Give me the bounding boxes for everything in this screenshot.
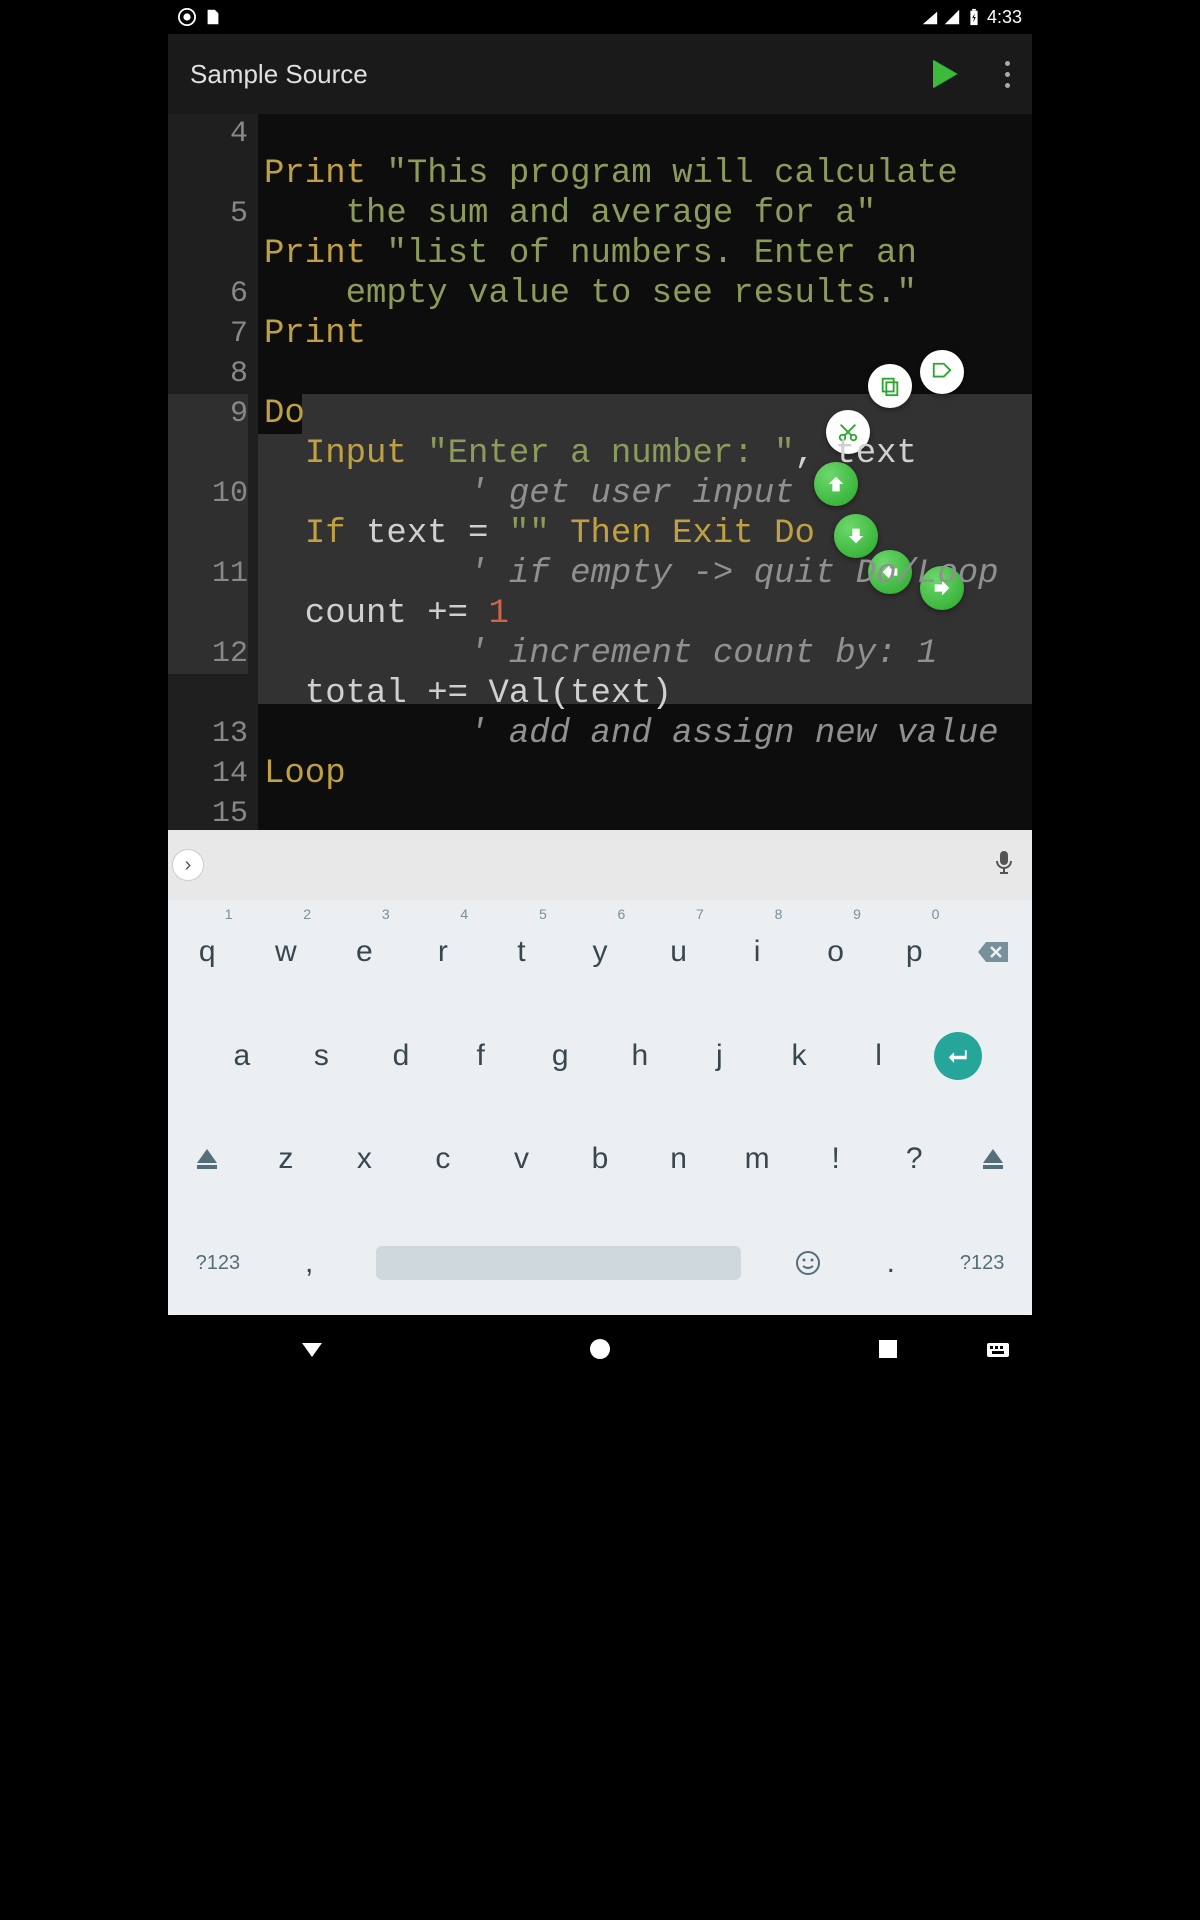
symbols-key-right[interactable]: ?123 bbox=[932, 1211, 1032, 1315]
key-s[interactable]: s bbox=[282, 1004, 362, 1108]
keyboard-switch-icon[interactable] bbox=[984, 1335, 1012, 1363]
line-gutter: 4 5 6 7 8 9 10 11 12 13 14 15 bbox=[168, 114, 258, 830]
shift-key-left[interactable] bbox=[168, 1108, 247, 1212]
code-body[interactable]: Print "This program will calculate the s… bbox=[258, 114, 1032, 830]
key-p[interactable]: 0p bbox=[875, 900, 954, 1004]
symbols-key-left[interactable]: ?123 bbox=[168, 1211, 268, 1315]
key-q[interactable]: 1q bbox=[168, 900, 247, 1004]
emoji-key[interactable] bbox=[766, 1211, 849, 1315]
key-h[interactable]: h bbox=[600, 1004, 680, 1108]
key-r[interactable]: 4r bbox=[404, 900, 483, 1004]
key-n[interactable]: n bbox=[639, 1108, 718, 1212]
key-e[interactable]: 3e bbox=[325, 900, 404, 1004]
key-c[interactable]: c bbox=[404, 1108, 483, 1212]
key-j[interactable]: j bbox=[680, 1004, 760, 1108]
sdcard-icon bbox=[204, 8, 222, 26]
key-k[interactable]: k bbox=[759, 1004, 839, 1108]
expand-suggestions-button[interactable]: › bbox=[172, 849, 204, 881]
key-x[interactable]: x bbox=[325, 1108, 404, 1212]
key-v[interactable]: v bbox=[482, 1108, 561, 1212]
overflow-menu-button[interactable] bbox=[1005, 61, 1010, 88]
key-i[interactable]: 8i bbox=[718, 900, 797, 1004]
shift-key-right[interactable] bbox=[953, 1108, 1032, 1212]
mic-icon[interactable] bbox=[994, 849, 1014, 882]
key-y[interactable]: 6y bbox=[561, 900, 640, 1004]
key-u[interactable]: 7u bbox=[639, 900, 718, 1004]
run-button[interactable] bbox=[933, 60, 957, 88]
home-button[interactable] bbox=[586, 1335, 614, 1363]
space-key[interactable] bbox=[351, 1211, 766, 1315]
key-o[interactable]: 9o bbox=[796, 900, 875, 1004]
status-time: 4:33 bbox=[987, 7, 1022, 28]
key-z[interactable]: z bbox=[247, 1108, 326, 1212]
key-t[interactable]: 5t bbox=[482, 900, 561, 1004]
period-key[interactable]: . bbox=[849, 1211, 932, 1315]
key-g[interactable]: g bbox=[520, 1004, 600, 1108]
enter-key[interactable] bbox=[918, 1004, 998, 1108]
key-m[interactable]: m bbox=[718, 1108, 797, 1212]
suggestion-bar: › bbox=[168, 830, 1032, 900]
comma-key[interactable]: , bbox=[268, 1211, 351, 1315]
backspace-key[interactable] bbox=[953, 900, 1032, 1004]
signal-icon bbox=[943, 8, 961, 26]
back-button[interactable] bbox=[298, 1335, 326, 1363]
key-l[interactable]: l bbox=[839, 1004, 919, 1108]
status-bar: 4:33 bbox=[168, 0, 1032, 34]
wifi-icon bbox=[921, 8, 939, 26]
code-editor[interactable]: 4 5 6 7 8 9 10 11 12 13 14 15 Print "Thi… bbox=[168, 114, 1032, 830]
recording-icon bbox=[178, 8, 196, 26]
app-bar: Sample Source bbox=[168, 34, 1032, 114]
recent-button[interactable] bbox=[874, 1335, 902, 1363]
key-d[interactable]: d bbox=[361, 1004, 441, 1108]
key-f[interactable]: f bbox=[441, 1004, 521, 1108]
page-title: Sample Source bbox=[190, 59, 368, 90]
navigation-bar bbox=[168, 1315, 1032, 1383]
key-![interactable]: ! bbox=[796, 1108, 875, 1212]
key-?[interactable]: ? bbox=[875, 1108, 954, 1212]
keyboard: 1q2w3e4r5t6y7u8i9o0p asdfghjkl zxcvbnm!?… bbox=[168, 900, 1032, 1315]
key-w[interactable]: 2w bbox=[247, 900, 326, 1004]
key-b[interactable]: b bbox=[561, 1108, 640, 1212]
battery-charging-icon bbox=[965, 8, 983, 26]
key-a[interactable]: a bbox=[202, 1004, 282, 1108]
